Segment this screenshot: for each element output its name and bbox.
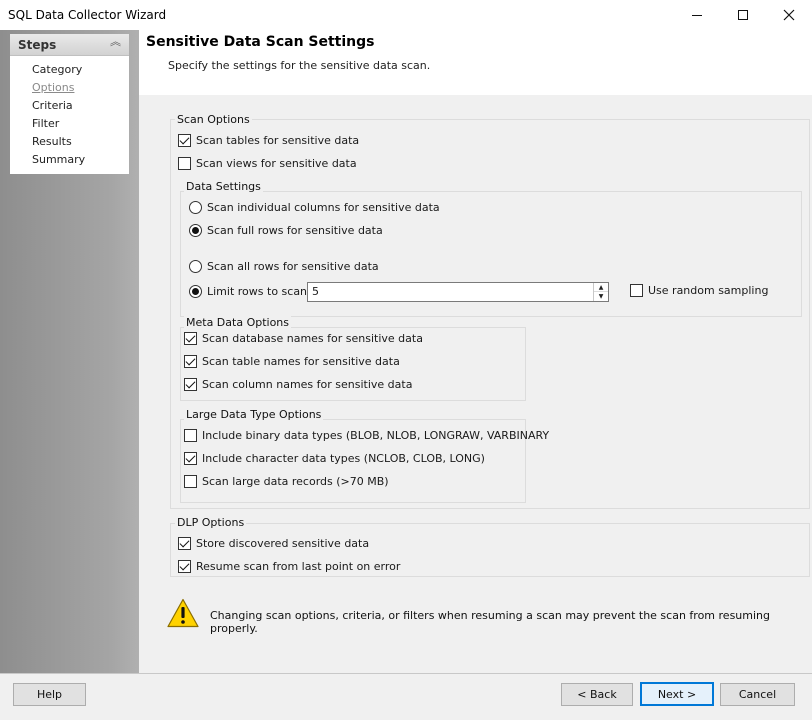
scan-tables-label: Scan tables for sensitive data <box>196 134 360 147</box>
page-title: Sensitive Data Scan Settings <box>146 34 375 50</box>
step-summary[interactable]: Summary <box>32 153 85 166</box>
left-panel: Steps ︽ Category Options Criteria Filter… <box>0 30 139 673</box>
step-criteria[interactable]: Criteria <box>32 99 73 112</box>
include-binary-checkbox[interactable]: Include binary data types (BLOB, NLOB, L… <box>184 429 549 442</box>
stepper-buttons: ▲ ▼ <box>593 283 608 301</box>
step-results[interactable]: Results <box>32 135 72 148</box>
scan-all-rows-radio[interactable]: Scan all rows for sensitive data <box>189 260 379 273</box>
checkbox-box[interactable] <box>184 378 197 391</box>
close-button[interactable] <box>766 0 812 30</box>
scan-table-names-label: Scan table names for sensitive data <box>202 355 400 368</box>
checkbox-box[interactable] <box>184 475 197 488</box>
content-area: Scan Options Scan tables for sensitive d… <box>139 95 812 673</box>
checkbox-box[interactable] <box>630 284 643 297</box>
maximize-icon <box>738 10 748 20</box>
decrement-icon[interactable]: ▼ <box>594 292 608 301</box>
close-icon <box>783 9 795 21</box>
footer-bar: Help < Back Next > Cancel <box>0 673 812 720</box>
include-character-label: Include character data types (NCLOB, CLO… <box>202 452 485 465</box>
warning-message: Changing scan options, criteria, or filt… <box>210 609 770 635</box>
checkbox-box[interactable] <box>178 157 191 170</box>
scan-tables-checkbox[interactable]: Scan tables for sensitive data <box>178 134 359 147</box>
store-discovered-label: Store discovered sensitive data <box>196 537 370 550</box>
scan-options-label: Scan Options <box>175 113 252 126</box>
scan-full-rows-radio[interactable]: Scan full rows for sensitive data <box>189 224 383 237</box>
steps-header[interactable]: Steps ︽ <box>10 34 129 56</box>
back-button[interactable]: < Back <box>561 683 633 706</box>
steps-title: Steps <box>18 38 57 52</box>
radio-button[interactable] <box>189 285 202 298</box>
scan-large-records-label: Scan large data records (>70 MB) <box>202 475 389 488</box>
scan-column-names-checkbox[interactable]: Scan column names for sensitive data <box>184 378 412 391</box>
maximize-button[interactable] <box>720 0 766 30</box>
dlp-options-label: DLP Options <box>175 516 247 529</box>
scan-all-rows-label: Scan all rows for sensitive data <box>207 260 379 273</box>
store-discovered-checkbox[interactable]: Store discovered sensitive data <box>178 537 369 550</box>
limit-rows-value[interactable]: 5 <box>312 285 319 298</box>
scan-views-checkbox[interactable]: Scan views for sensitive data <box>178 157 357 170</box>
checkbox-box[interactable] <box>184 452 197 465</box>
resume-scan-label: Resume scan from last point on error <box>196 560 401 573</box>
radio-button[interactable] <box>189 224 202 237</box>
scan-views-label: Scan views for sensitive data <box>196 157 357 170</box>
steps-panel: Steps ︽ Category Options Criteria Filter… <box>10 34 129 174</box>
meta-data-options-label: Meta Data Options <box>184 316 292 329</box>
checkbox-box[interactable] <box>178 560 191 573</box>
resume-scan-checkbox[interactable]: Resume scan from last point on error <box>178 560 400 573</box>
scan-columns-radio[interactable]: Scan individual columns for sensitive da… <box>189 201 440 214</box>
step-options[interactable]: Options <box>32 81 74 94</box>
checkbox-box[interactable] <box>184 332 197 345</box>
checkbox-box[interactable] <box>178 134 191 147</box>
minimize-button[interactable] <box>674 0 720 30</box>
page-subtitle: Specify the settings for the sensitive d… <box>168 59 431 72</box>
radio-button[interactable] <box>189 201 202 214</box>
include-character-checkbox[interactable]: Include character data types (NCLOB, CLO… <box>184 452 485 465</box>
step-filter[interactable]: Filter <box>32 117 59 130</box>
radio-button[interactable] <box>189 260 202 273</box>
window-title: SQL Data Collector Wizard <box>8 8 167 22</box>
title-bar: SQL Data Collector Wizard <box>0 0 812 30</box>
help-button[interactable]: Help <box>13 683 86 706</box>
scan-large-records-checkbox[interactable]: Scan large data records (>70 MB) <box>184 475 389 488</box>
increment-icon[interactable]: ▲ <box>594 283 608 292</box>
random-sampling-label: Use random sampling <box>648 284 769 297</box>
scan-db-names-checkbox[interactable]: Scan database names for sensitive data <box>184 332 423 345</box>
limit-rows-label: Limit rows to scan <box>207 285 308 298</box>
scan-table-names-checkbox[interactable]: Scan table names for sensitive data <box>184 355 400 368</box>
page-header: Sensitive Data Scan Settings Specify the… <box>139 30 812 95</box>
data-settings-label: Data Settings <box>184 180 263 193</box>
checkbox-box[interactable] <box>184 429 197 442</box>
checkbox-box[interactable] <box>184 355 197 368</box>
checkbox-box[interactable] <box>178 537 191 550</box>
scan-db-names-label: Scan database names for sensitive data <box>202 332 423 345</box>
limit-rows-stepper[interactable]: 5 ▲ ▼ <box>307 282 609 302</box>
collapse-icon[interactable]: ︽ <box>110 36 121 47</box>
scan-column-names-label: Scan column names for sensitive data <box>202 378 413 391</box>
large-data-options-label: Large Data Type Options <box>184 408 324 421</box>
scan-columns-label: Scan individual columns for sensitive da… <box>207 201 440 214</box>
random-sampling-checkbox[interactable]: Use random sampling <box>630 284 768 297</box>
limit-rows-radio[interactable]: Limit rows to scan <box>189 285 307 298</box>
warning-icon <box>167 598 199 628</box>
cancel-button[interactable]: Cancel <box>720 683 795 706</box>
next-button[interactable]: Next > <box>640 682 714 706</box>
include-binary-label: Include binary data types (BLOB, NLOB, L… <box>202 429 550 442</box>
step-category[interactable]: Category <box>32 63 82 76</box>
scan-full-rows-label: Scan full rows for sensitive data <box>207 224 383 237</box>
minimize-icon <box>692 14 702 16</box>
